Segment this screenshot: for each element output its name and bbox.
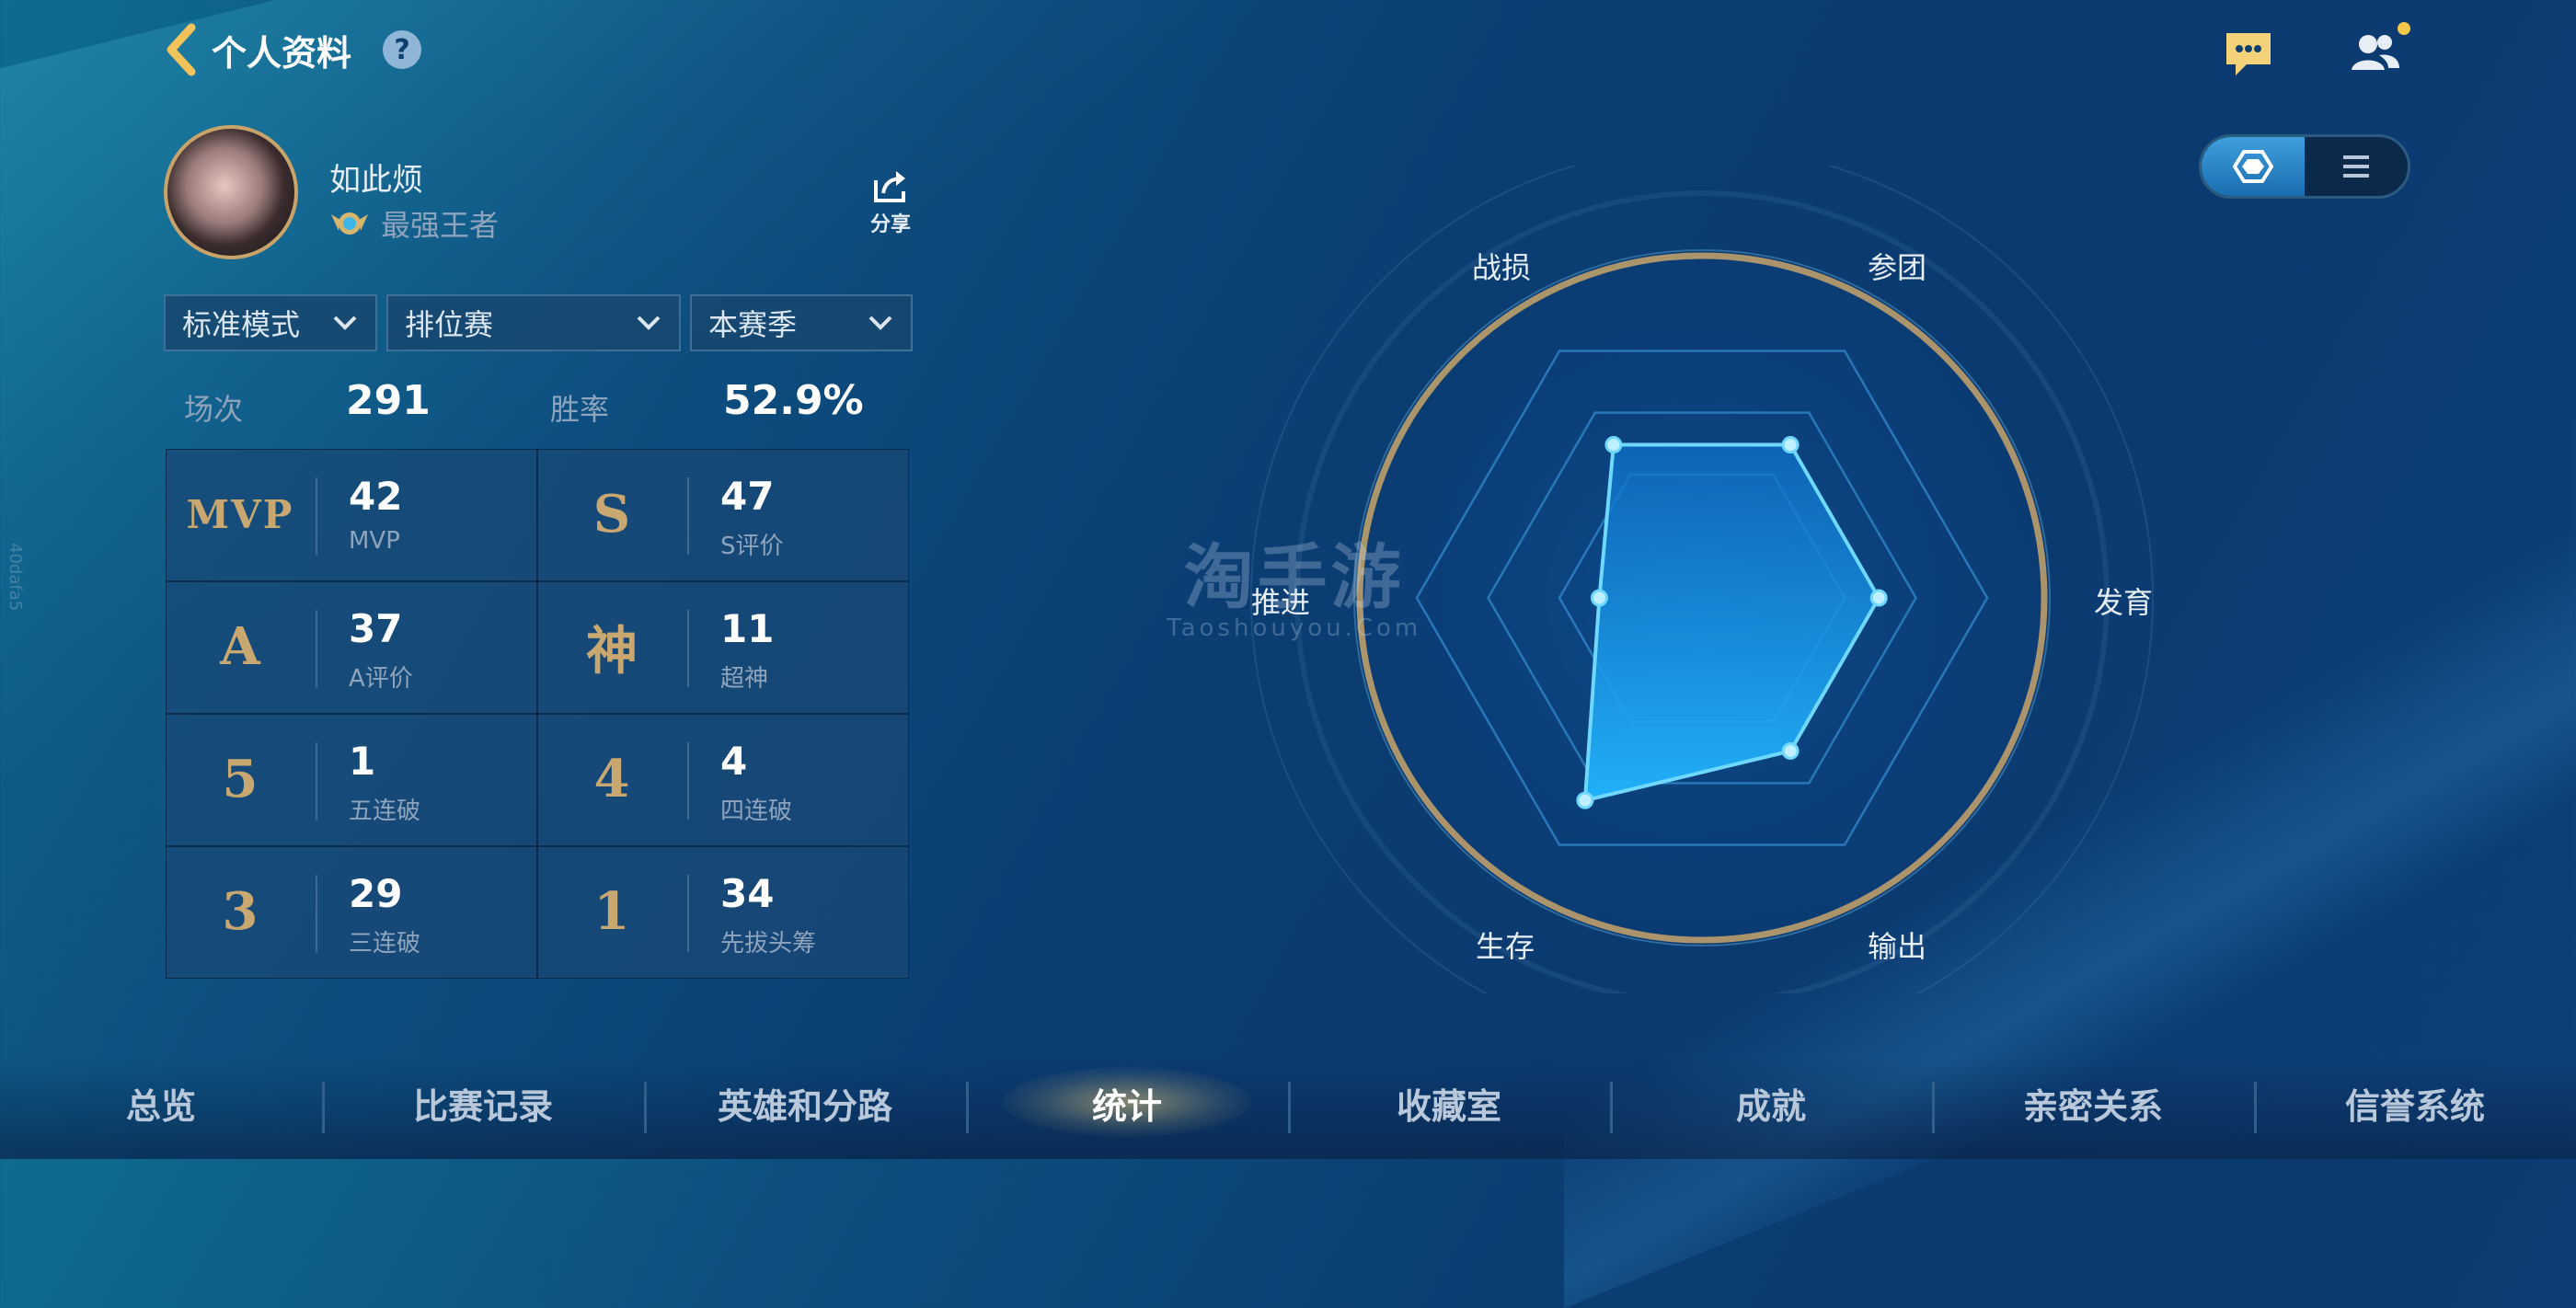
stat-cell-first-blood: 1 34 先拔头筹 (537, 846, 909, 979)
stat-label: 超神 (720, 665, 769, 693)
chevron-down-icon (868, 316, 892, 330)
chevron-down-icon (637, 316, 661, 330)
radar-data-point (1781, 436, 1800, 454)
winrate-value: 52.9% (723, 377, 864, 424)
chevron-down-icon (333, 316, 357, 330)
stat-cell-triple-kill: 3 29 三连破 (166, 846, 537, 979)
rank-name: 最强王者 (381, 208, 500, 243)
stat-label: A评价 (349, 665, 413, 693)
side-id-text: 40dafa5 (6, 543, 25, 612)
stat-label: 三连破 (349, 930, 421, 958)
radar-data-point (1781, 741, 1800, 760)
watermark-text: 淘手游 (1183, 536, 1405, 618)
stat-cell-mvp: MVP 42 MVP (166, 449, 537, 581)
stat-cell-godlike: 神 11 超神 (537, 581, 909, 714)
stat-value: 47 (720, 474, 775, 519)
triple-kill-badge-icon: 3 (222, 881, 259, 942)
stat-label: 四连破 (720, 797, 793, 825)
share-button[interactable]: 分享 (865, 167, 916, 237)
stat-value: 4 (720, 739, 748, 784)
tab-collection[interactable]: 收藏室 (1288, 1078, 1610, 1129)
radar-axis-label: 战损 (1472, 250, 1532, 286)
radar-axis-label: 发育 (2094, 585, 2154, 620)
watermark-url: Taoshouyou.Com (1167, 614, 1422, 642)
penta-kill-badge-icon: 5 (222, 749, 259, 809)
stat-cell-penta-kill: 5 1 五连破 (166, 714, 537, 846)
s-rating-badge-icon: S (592, 484, 631, 545)
match-type-filter-label: 排位赛 (405, 307, 494, 342)
radar-axis-label: 参团 (1868, 250, 1927, 286)
mode-filter-label: 标准模式 (182, 307, 301, 342)
stat-value: 1 (349, 739, 376, 784)
chat-icon[interactable] (2221, 28, 2276, 79)
share-label: 分享 (869, 213, 911, 236)
godlike-badge-icon: 神 (586, 620, 638, 682)
stat-cell-s-rating: S 47 S评价 (537, 449, 909, 581)
stat-label: 先拔头筹 (720, 930, 817, 958)
friends-icon[interactable] (2348, 28, 2403, 79)
back-button[interactable]: 个人资料 ? (164, 22, 422, 77)
stat-label: 五连破 (349, 797, 421, 825)
mode-filter-dropdown[interactable]: 标准模式 (164, 294, 377, 351)
match-type-filter-dropdown[interactable]: 排位赛 (386, 294, 681, 351)
radar-view-button[interactable] (2202, 137, 2305, 196)
tab-credit-system[interactable]: 信誉系统 (2254, 1078, 2576, 1129)
radar-axis-label: 输出 (1868, 928, 1927, 964)
mvp-badge-icon: MVP (186, 491, 294, 537)
stat-label: MVP (349, 527, 400, 555)
stats-grid: MVP 42 MVP S 47 S评价 A 37 A评价 神 11 超神 5 1… (166, 449, 909, 979)
first-blood-badge-icon: 1 (593, 881, 630, 942)
radar-data-point (1590, 589, 1608, 607)
radar-data-point (1604, 436, 1623, 454)
avatar[interactable] (164, 125, 298, 259)
watermark: 淘手游 Taoshouyou.Com (1167, 521, 1421, 642)
stat-value: 29 (349, 871, 403, 916)
player-name: 如此烦 (329, 162, 423, 199)
stat-cell-quadra-kill: 4 4 四连破 (537, 714, 909, 846)
stat-value: 37 (349, 606, 403, 651)
season-filter-dropdown[interactable]: 本赛季 (690, 294, 913, 351)
stat-label: S评价 (720, 533, 784, 560)
list-view-button[interactable] (2305, 137, 2408, 196)
matches-label: 场次 (184, 392, 244, 427)
rank: 最强王者 (329, 202, 499, 245)
page-title: 个人资料 (212, 32, 352, 74)
tab-overview[interactable]: 总览 (0, 1078, 322, 1129)
season-filter-label: 本赛季 (708, 307, 798, 342)
tab-relationships[interactable]: 亲密关系 (1932, 1078, 2254, 1129)
view-toggle[interactable] (2199, 134, 2410, 199)
tab-achievements[interactable]: 成就 (1610, 1078, 1932, 1129)
tab-heroes-and-lanes[interactable]: 英雄和分路 (644, 1078, 966, 1129)
radar-data-point (1576, 791, 1594, 809)
hexagon-view-icon (2233, 150, 2273, 183)
stat-value: 34 (720, 871, 775, 916)
help-icon[interactable]: ? (383, 30, 422, 69)
tab-match-history[interactable]: 比赛记录 (322, 1078, 644, 1129)
stat-value: 11 (720, 606, 775, 651)
tab-statistics[interactable]: 统计 (966, 1078, 1288, 1129)
radar-axis-label: 生存 (1476, 928, 1535, 964)
matches-value: 291 (346, 377, 431, 424)
quadra-kill-badge-icon: 4 (593, 749, 630, 809)
share-icon (874, 171, 905, 202)
stat-cell-a-rating: A 37 A评价 (166, 581, 537, 714)
a-rating-badge-icon: A (220, 616, 260, 677)
list-view-icon (2343, 155, 2369, 178)
winrate-label: 胜率 (550, 392, 610, 427)
stat-value: 42 (349, 474, 403, 519)
radar-data-point (1869, 589, 1888, 607)
rank-emblem-icon (331, 212, 368, 235)
notification-dot (2398, 22, 2410, 35)
back-chevron-icon (167, 23, 196, 76)
